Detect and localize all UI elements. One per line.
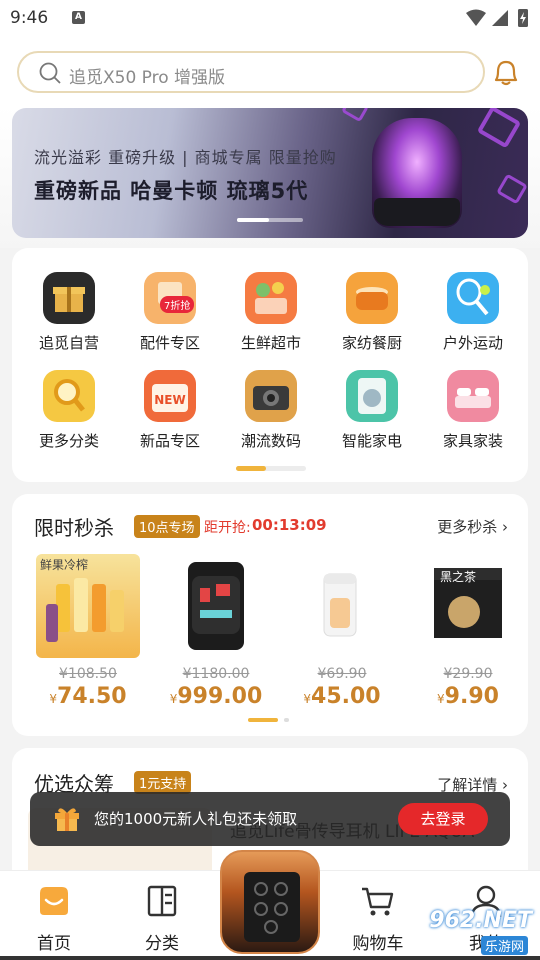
- category-badge: 7折抢: [160, 296, 195, 313]
- category-label: 潮流数码: [240, 432, 301, 450]
- center-product-button[interactable]: [220, 850, 320, 954]
- category-label: 追觅自营: [38, 334, 99, 352]
- grocery-basket-icon: [245, 272, 297, 324]
- category-item[interactable]: 家具家装: [423, 370, 523, 462]
- product-image: [164, 554, 268, 658]
- flash-product[interactable]: ¥1180.00 ¥999.00: [160, 554, 270, 714]
- login-button[interactable]: 去登录: [398, 803, 488, 835]
- cooking-pot-icon: [346, 272, 398, 324]
- gift-icon: [55, 808, 79, 831]
- search-bar[interactable]: 追觅X50 Pro 增强版: [17, 51, 485, 93]
- notification-icon: A: [72, 11, 85, 24]
- category-item[interactable]: 智能家电: [322, 370, 422, 462]
- home-icon: [40, 887, 68, 915]
- banner-area: 流光溢彩 重磅升级 | 商城专属 限量抢购 重磅新品 哈曼卡顿 琉璃5代: [0, 106, 540, 248]
- magnifier-icon: [43, 370, 95, 422]
- product-image: 黑之茶: [416, 554, 520, 658]
- bed-icon: [447, 370, 499, 422]
- category-pager: [236, 466, 306, 471]
- original-price: ¥1180.00: [182, 666, 250, 682]
- sale-price: ¥74.50: [49, 684, 127, 709]
- sale-price: ¥999.00: [169, 684, 263, 709]
- tab-label: 首页: [37, 934, 71, 954]
- category-icon: [147, 885, 177, 917]
- cart-icon: [362, 887, 394, 916]
- category-label: 配件专区: [139, 334, 200, 352]
- washing-machine-icon: [346, 370, 398, 422]
- banner-pager: [237, 218, 303, 222]
- status-bar: 9:46 A: [0, 0, 540, 38]
- category-grid: 追觅自营 7折抢 配件专区 生鲜超市 家纺餐厨 户外运动 更多分类 NEW 新品…: [12, 248, 528, 482]
- signal-icon: [492, 10, 508, 26]
- new-calendar-icon: NEW: [144, 370, 196, 422]
- category-label: 户外运动: [442, 334, 503, 352]
- category-item[interactable]: 生鲜超市: [221, 272, 321, 364]
- category-item[interactable]: 潮流数码: [221, 370, 321, 462]
- category-item[interactable]: NEW 新品专区: [120, 370, 220, 462]
- tab-cart[interactable]: 购物车: [324, 871, 432, 960]
- category-label: 新品专区: [139, 432, 200, 450]
- countdown-label: 距开抢:: [204, 520, 251, 536]
- flash-product[interactable]: 鲜果冷榨 ¥108.50 ¥74.50: [32, 554, 142, 714]
- bell-icon[interactable]: [490, 56, 522, 88]
- watermark-text: 乐游网: [480, 936, 528, 955]
- crowdfunding-tag: 1元支持: [134, 771, 192, 794]
- sale-price: ¥45.00: [303, 684, 381, 709]
- original-price: ¥108.50: [59, 666, 117, 682]
- search-placeholder: 追觅X50 Pro 增强版: [69, 68, 226, 88]
- category-item[interactable]: 户外运动: [423, 272, 523, 364]
- search-icon: [39, 62, 61, 84]
- watermark-logo: 962.NET: [429, 908, 532, 933]
- toast-message: 您的1000元新人礼包还未领取: [94, 810, 298, 828]
- tab-category[interactable]: 分类: [108, 871, 216, 960]
- category-label: 更多分类: [38, 432, 99, 450]
- search-row: 追觅X50 Pro 增强版: [0, 38, 540, 106]
- flash-sale-title: 限时秒杀: [34, 516, 114, 540]
- category-item[interactable]: 家纺餐厨: [322, 272, 422, 364]
- tab-label: 分类: [145, 934, 179, 954]
- more-flash-sale-link[interactable]: 更多秒杀 ›: [437, 516, 508, 537]
- svg-text:NEW: NEW: [154, 393, 185, 407]
- product-image: 鲜果冷榨: [36, 554, 140, 658]
- original-price: ¥29.90: [443, 666, 493, 682]
- category-label: 家具家装: [442, 432, 503, 450]
- banner-subtitle: 流光溢彩 重磅升级 | 商城专属 限量抢购: [34, 148, 337, 167]
- product-image: [290, 554, 394, 658]
- camera-icon: [245, 370, 297, 422]
- banner-title: 重磅新品 哈曼卡顿 琉璃5代: [34, 179, 309, 203]
- tab-label: 购物车: [352, 934, 404, 954]
- gift-box-icon: [43, 272, 95, 324]
- flash-sale-section: 限时秒杀 10点专场 距开抢: 00:13:09 更多秒杀 › 鲜果冷榨 ¥10…: [12, 494, 528, 736]
- wifi-icon: [466, 9, 486, 26]
- tennis-racket-icon: [447, 272, 499, 324]
- original-price: ¥69.90: [317, 666, 367, 682]
- category-label: 生鲜超市: [240, 334, 301, 352]
- flash-product[interactable]: 黑之茶 ¥29.90 ¥9.90: [412, 554, 522, 714]
- category-label: 智能家电: [341, 432, 402, 450]
- tab-home[interactable]: 首页: [0, 871, 108, 960]
- status-time: 9:46: [10, 8, 49, 28]
- flash-sale-pager: [248, 718, 290, 722]
- promo-banner[interactable]: 流光溢彩 重磅升级 | 商城专属 限量抢购 重磅新品 哈曼卡顿 琉璃5代: [12, 108, 528, 238]
- new-user-toast: 您的1000元新人礼包还未领取 去登录: [30, 792, 510, 846]
- sale-price: ¥9.90: [437, 684, 499, 709]
- status-icons: [466, 9, 528, 27]
- category-label: 家纺餐厨: [341, 334, 402, 352]
- countdown-timer: 00:13:09: [252, 516, 327, 534]
- category-item[interactable]: 追觅自营: [19, 272, 119, 364]
- category-item[interactable]: 更多分类: [19, 370, 119, 462]
- category-item[interactable]: 7折抢 配件专区: [120, 272, 220, 364]
- flash-sale-tag: 10点专场: [134, 515, 200, 538]
- flash-product[interactable]: ¥69.90 ¥45.00: [286, 554, 396, 714]
